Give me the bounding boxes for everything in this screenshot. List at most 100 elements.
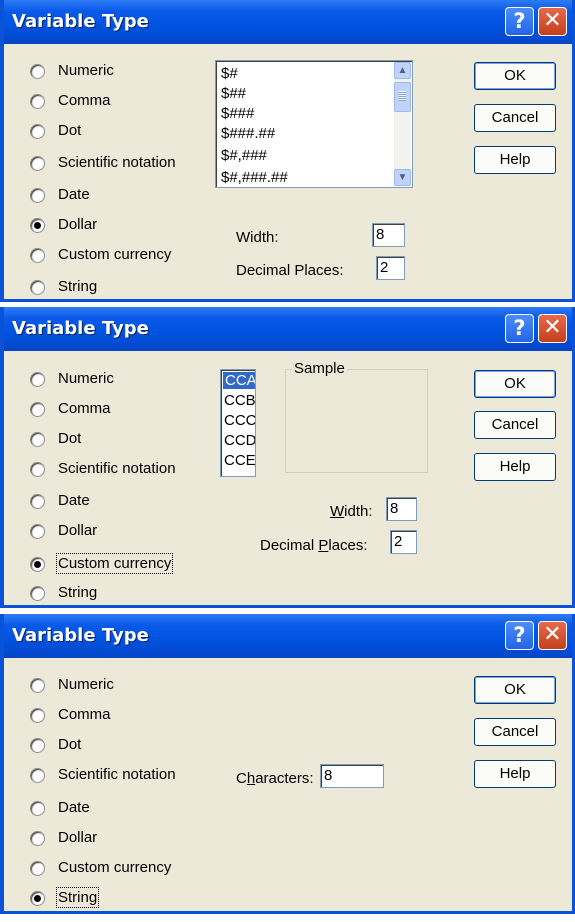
list-item[interactable]: $## [221, 85, 246, 102]
radio-button[interactable] [30, 678, 45, 693]
question-mark-icon[interactable]: ? [505, 314, 534, 343]
scroll-thumb[interactable] [394, 82, 411, 112]
radio-label: Dollar [58, 829, 98, 846]
radio-label: Custom currency [55, 553, 174, 574]
scroll-down-arrow-icon[interactable]: ▼ [394, 169, 411, 186]
list-item[interactable]: CCE [224, 452, 255, 469]
question-mark-icon[interactable]: ? [505, 7, 534, 36]
radio-label: Comma [58, 400, 111, 417]
radio-label: String [58, 584, 98, 601]
radio-button[interactable] [30, 861, 45, 876]
radio-button[interactable] [30, 248, 45, 263]
scroll-up-arrow-icon[interactable]: ▲ [394, 62, 411, 79]
radio-label: Dot [58, 736, 82, 753]
width-field[interactable]: 8 [372, 223, 405, 247]
cancel-button[interactable]: Cancel [474, 104, 556, 132]
radio-button[interactable] [30, 708, 45, 723]
variable-type-dialog-custom-currency: Variable Type ? ✕ Numeric Comma Dot Scie… [0, 307, 575, 608]
radio-button[interactable] [30, 462, 45, 477]
radio-label: Date [58, 492, 90, 509]
width-label: Width: [236, 229, 279, 246]
characters-field[interactable]: 8 [320, 764, 384, 788]
radio-button[interactable] [30, 402, 45, 417]
ok-button[interactable]: OK [474, 62, 556, 90]
radio-label: Date [58, 186, 90, 203]
radio-button[interactable] [30, 156, 45, 171]
dollar-format-list[interactable]: $# $## $### $###.## $#,### $#,###.## ▲ ▼ [215, 60, 413, 188]
title-bar[interactable]: Variable Type ? ✕ [4, 614, 572, 658]
radio-button-checked[interactable] [30, 218, 45, 233]
radio-button[interactable] [30, 801, 45, 816]
close-icon[interactable]: ✕ [538, 7, 567, 36]
decimal-places-field[interactable]: 2 [390, 530, 417, 554]
sample-groupbox: Sample [285, 360, 428, 473]
radio-label: String [58, 278, 98, 295]
close-icon[interactable]: ✕ [538, 314, 567, 343]
radio-button[interactable] [30, 494, 45, 509]
radio-label: String [55, 887, 100, 908]
radio-button-checked[interactable] [30, 891, 45, 906]
sample-label: Sample [292, 360, 347, 377]
list-item[interactable]: $# [221, 65, 238, 82]
cancel-button[interactable]: Cancel [474, 411, 556, 439]
radio-label: Scientific notation [58, 460, 176, 477]
list-item[interactable]: $#,###.## [221, 169, 288, 186]
title-bar[interactable]: Variable Type ? ✕ [4, 307, 572, 351]
dialog-title: Variable Type [12, 318, 149, 339]
radio-button[interactable] [30, 64, 45, 79]
decimal-places-label: Decimal Places: [260, 537, 368, 554]
radio-button[interactable] [30, 124, 45, 139]
characters-label: Characters: [236, 770, 314, 787]
dialog-title: Variable Type [12, 625, 149, 646]
ok-button[interactable]: OK [474, 370, 556, 398]
radio-button-checked[interactable] [30, 557, 45, 572]
list-item[interactable]: $#,### [221, 147, 267, 164]
radio-label: Numeric [58, 676, 114, 693]
radio-button[interactable] [30, 768, 45, 783]
decimal-places-field[interactable]: 2 [376, 256, 405, 280]
radio-label: Dollar [58, 216, 98, 233]
radio-button[interactable] [30, 586, 45, 601]
list-item[interactable]: CCD [224, 432, 255, 449]
close-icon[interactable]: ✕ [538, 621, 567, 650]
list-item[interactable]: $### [221, 105, 254, 122]
radio-label: Scientific notation [58, 766, 176, 783]
vertical-scrollbar[interactable]: ▲ ▼ [394, 62, 411, 186]
radio-button[interactable] [30, 94, 45, 109]
radio-label: Comma [58, 92, 111, 109]
help-button[interactable]: Help [474, 453, 556, 481]
radio-button[interactable] [30, 372, 45, 387]
list-item-selected[interactable]: CCA [222, 371, 255, 390]
radio-button[interactable] [30, 188, 45, 203]
title-bar[interactable]: Variable Type ? ✕ [4, 0, 572, 44]
help-button[interactable]: Help [474, 760, 556, 788]
radio-button[interactable] [30, 524, 45, 539]
width-label: Width: [330, 503, 373, 520]
radio-button[interactable] [30, 738, 45, 753]
variable-type-dialog-string: Variable Type ? ✕ Numeric Comma Dot Scie… [0, 614, 575, 914]
currency-list[interactable]: CCA CCB CCC CCD CCE [220, 369, 256, 477]
variable-type-dialog-dollar: Variable Type ? ✕ Numeric Comma Dot Scie… [0, 0, 575, 302]
radio-label: Date [58, 799, 90, 816]
radio-label: Custom currency [58, 859, 172, 876]
width-field[interactable]: 8 [386, 497, 417, 521]
ok-button[interactable]: OK [474, 676, 556, 704]
list-item[interactable]: $###.## [221, 125, 275, 142]
radio-label: Comma [58, 706, 111, 723]
help-button[interactable]: Help [474, 146, 556, 174]
dialog-title: Variable Type [12, 11, 149, 32]
radio-label: Numeric [58, 62, 114, 79]
radio-button[interactable] [30, 831, 45, 846]
radio-button[interactable] [30, 432, 45, 447]
list-item[interactable]: CCC [224, 412, 255, 429]
radio-label: Dot [58, 430, 82, 447]
radio-label: Numeric [58, 370, 114, 387]
radio-label: Scientific notation [58, 154, 176, 171]
radio-button[interactable] [30, 280, 45, 295]
question-mark-icon[interactable]: ? [505, 621, 534, 650]
list-item[interactable]: CCB [224, 392, 255, 409]
radio-label: Custom currency [58, 246, 172, 263]
radio-label: Dot [58, 122, 82, 139]
decimal-places-label: Decimal Places: [236, 262, 344, 279]
cancel-button[interactable]: Cancel [474, 718, 556, 746]
